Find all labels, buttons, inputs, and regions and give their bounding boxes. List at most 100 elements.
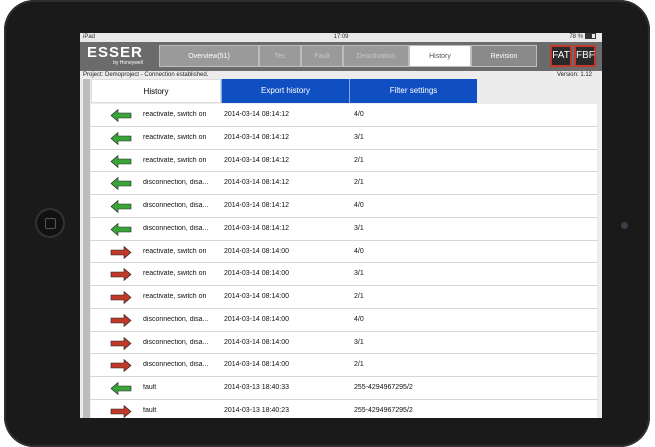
red-right-arrow-icon: [110, 268, 132, 282]
event-timestamp: 2014-03-14 08:14:12: [224, 224, 289, 232]
fat-fbf-group: FAT FBF: [550, 45, 596, 67]
event-description: disconnection, disa...: [143, 179, 209, 187]
event-address: 4/0: [354, 111, 364, 118]
tab-history[interactable]: History: [409, 45, 471, 67]
event-timestamp: 2014-03-14 08:14:12: [224, 156, 289, 164]
history-panel: History Export history Filter settings r…: [80, 79, 602, 418]
status-bar: iPad 17:09 78 %: [80, 33, 602, 42]
subtab-history[interactable]: History: [91, 79, 221, 103]
event-address: 4/0: [354, 315, 364, 323]
logo-text: ESSER: [87, 44, 143, 61]
green-left-arrow-icon: [110, 109, 132, 122]
battery-icon: [585, 33, 596, 40]
app-header: ESSER by Honeywell Overview(51) Tec Faul…: [80, 42, 602, 71]
event-timestamp: 2014-03-14 08:14:00: [224, 293, 289, 300]
fbf-button[interactable]: FBF: [574, 45, 596, 67]
table-row[interactable]: disconnection, disa... 2014-03-14 08:14:0…: [91, 309, 597, 332]
table-row[interactable]: reactivate, switch on 2014-03-14 08:14:12…: [91, 127, 597, 150]
event-description: disconnection, disa...: [143, 202, 209, 209]
event-description: disconnection, disa...: [143, 361, 209, 369]
green-left-arrow-icon: [110, 200, 132, 213]
project-status-line: Project: Demoproject - Connection establ…: [80, 71, 602, 79]
table-row[interactable]: disconnection, disa... 2014-03-14 08:14:1…: [91, 218, 597, 241]
event-timestamp: 2014-03-14 08:14:12: [224, 111, 289, 118]
event-description: reactivate, switch on: [143, 156, 207, 164]
main-tabs: Overview(51) Tec Fault Deactivation Hist…: [159, 45, 537, 67]
event-description: reactivate, switch on: [143, 133, 207, 141]
green-left-arrow-icon: [110, 131, 132, 145]
table-row[interactable]: reactivate, switch on 2014-03-14 08:14:00…: [91, 263, 597, 286]
home-square-icon: [45, 218, 56, 229]
event-timestamp: 2014-03-14 08:14:12: [224, 133, 289, 141]
fat-button[interactable]: FAT: [550, 45, 572, 67]
table-row[interactable]: disconnection, disa... 2014-03-14 08:14:0…: [91, 332, 597, 355]
tab-tec[interactable]: Tec: [259, 45, 301, 67]
red-right-arrow-icon: [110, 359, 132, 373]
battery-indicator: 78 %: [569, 33, 596, 42]
export-history-button[interactable]: Export history: [221, 79, 349, 103]
event-address: 2/1: [354, 293, 364, 300]
event-address: 2/1: [354, 156, 364, 164]
event-description: reactivate, switch on: [143, 270, 207, 278]
event-timestamp: 2014-03-14 08:14:00: [224, 338, 289, 346]
table-row[interactable]: disconnection, disa... 2014-03-14 08:14:0…: [91, 354, 597, 377]
ipad-frame: iPad 17:09 78 % ESSER by Honeywell Overv…: [4, 0, 650, 447]
red-right-arrow-icon: [110, 336, 132, 350]
green-left-arrow-icon: [110, 382, 132, 395]
logo: ESSER by Honeywell: [87, 45, 143, 66]
event-timestamp: 2014-03-14 08:14:00: [224, 361, 289, 369]
event-address: 4/0: [354, 202, 364, 209]
event-address: 4/0: [354, 247, 364, 255]
green-left-arrow-icon: [110, 177, 132, 191]
project-status-text: Project: Demoproject - Connection establ…: [83, 72, 209, 78]
event-address: 255-4294967295/2: [354, 384, 413, 391]
table-row[interactable]: fault 2014-03-13 18:40:33 255-4294967295/2: [91, 377, 597, 400]
screen: iPad 17:09 78 % ESSER by Honeywell Overv…: [80, 33, 602, 418]
event-timestamp: 2014-03-14 08:14:00: [224, 315, 289, 323]
green-left-arrow-icon: [110, 222, 132, 236]
scrollbar[interactable]: [83, 79, 90, 418]
table-row[interactable]: reactivate, switch on 2014-03-14 08:14:00…: [91, 286, 597, 309]
event-description: disconnection, disa...: [143, 315, 209, 323]
event-address: 2/1: [354, 361, 364, 369]
event-timestamp: 2014-03-13 18:40:23: [224, 406, 289, 414]
home-button[interactable]: [35, 208, 65, 238]
event-description: fault: [143, 384, 157, 391]
table-row[interactable]: reactivate, switch on 2014-03-14 08:14:12…: [91, 150, 597, 173]
tab-fault[interactable]: Fault: [301, 45, 343, 67]
table-row[interactable]: disconnection, disa... 2014-03-14 08:14:1…: [91, 195, 597, 218]
event-timestamp: 2014-03-14 08:14:00: [224, 247, 289, 255]
table-row[interactable]: disconnection, disa... 2014-03-14 08:14:1…: [91, 172, 597, 195]
event-timestamp: 2014-03-13 18:40:33: [224, 384, 289, 391]
tab-overview[interactable]: Overview(51): [159, 45, 259, 67]
sub-tabs: History Export history Filter settings: [91, 79, 477, 103]
camera-icon: [621, 222, 628, 229]
red-right-arrow-icon: [110, 291, 132, 304]
event-timestamp: 2014-03-14 08:14:12: [224, 179, 289, 187]
event-description: reactivate, switch on: [143, 293, 207, 300]
event-description: reactivate, switch on: [143, 111, 207, 118]
event-description: fault: [143, 406, 157, 414]
table-row[interactable]: fault 2014-03-13 18:40:23 255-4294967295/2: [91, 400, 597, 418]
tab-deactivation[interactable]: Deactivation: [343, 45, 409, 67]
event-address: 3/1: [354, 338, 364, 346]
event-timestamp: 2014-03-14 08:14:12: [224, 202, 289, 209]
event-description: reactivate, switch on: [143, 247, 207, 255]
event-address: 255-4294967295/2: [354, 406, 413, 414]
table-row[interactable]: reactivate, switch on 2014-03-14 08:14:12…: [91, 104, 597, 127]
event-timestamp: 2014-03-14 08:14:00: [224, 270, 289, 278]
red-right-arrow-icon: [110, 245, 132, 259]
red-right-arrow-icon: [110, 313, 132, 327]
event-description: disconnection, disa...: [143, 224, 209, 232]
version-label: Version: 1.12: [556, 72, 592, 78]
filter-settings-button[interactable]: Filter settings: [349, 79, 477, 103]
event-address: 3/1: [354, 224, 364, 232]
event-address: 3/1: [354, 133, 364, 141]
event-address: 3/1: [354, 270, 364, 278]
tab-revision[interactable]: Revision: [471, 45, 537, 67]
history-table: reactivate, switch on 2014-03-14 08:14:12…: [91, 104, 597, 418]
event-description: disconnection, disa...: [143, 338, 209, 346]
clock: 17:09: [333, 34, 349, 40]
event-address: 2/1: [354, 179, 364, 187]
table-row[interactable]: reactivate, switch on 2014-03-14 08:14:00…: [91, 241, 597, 264]
